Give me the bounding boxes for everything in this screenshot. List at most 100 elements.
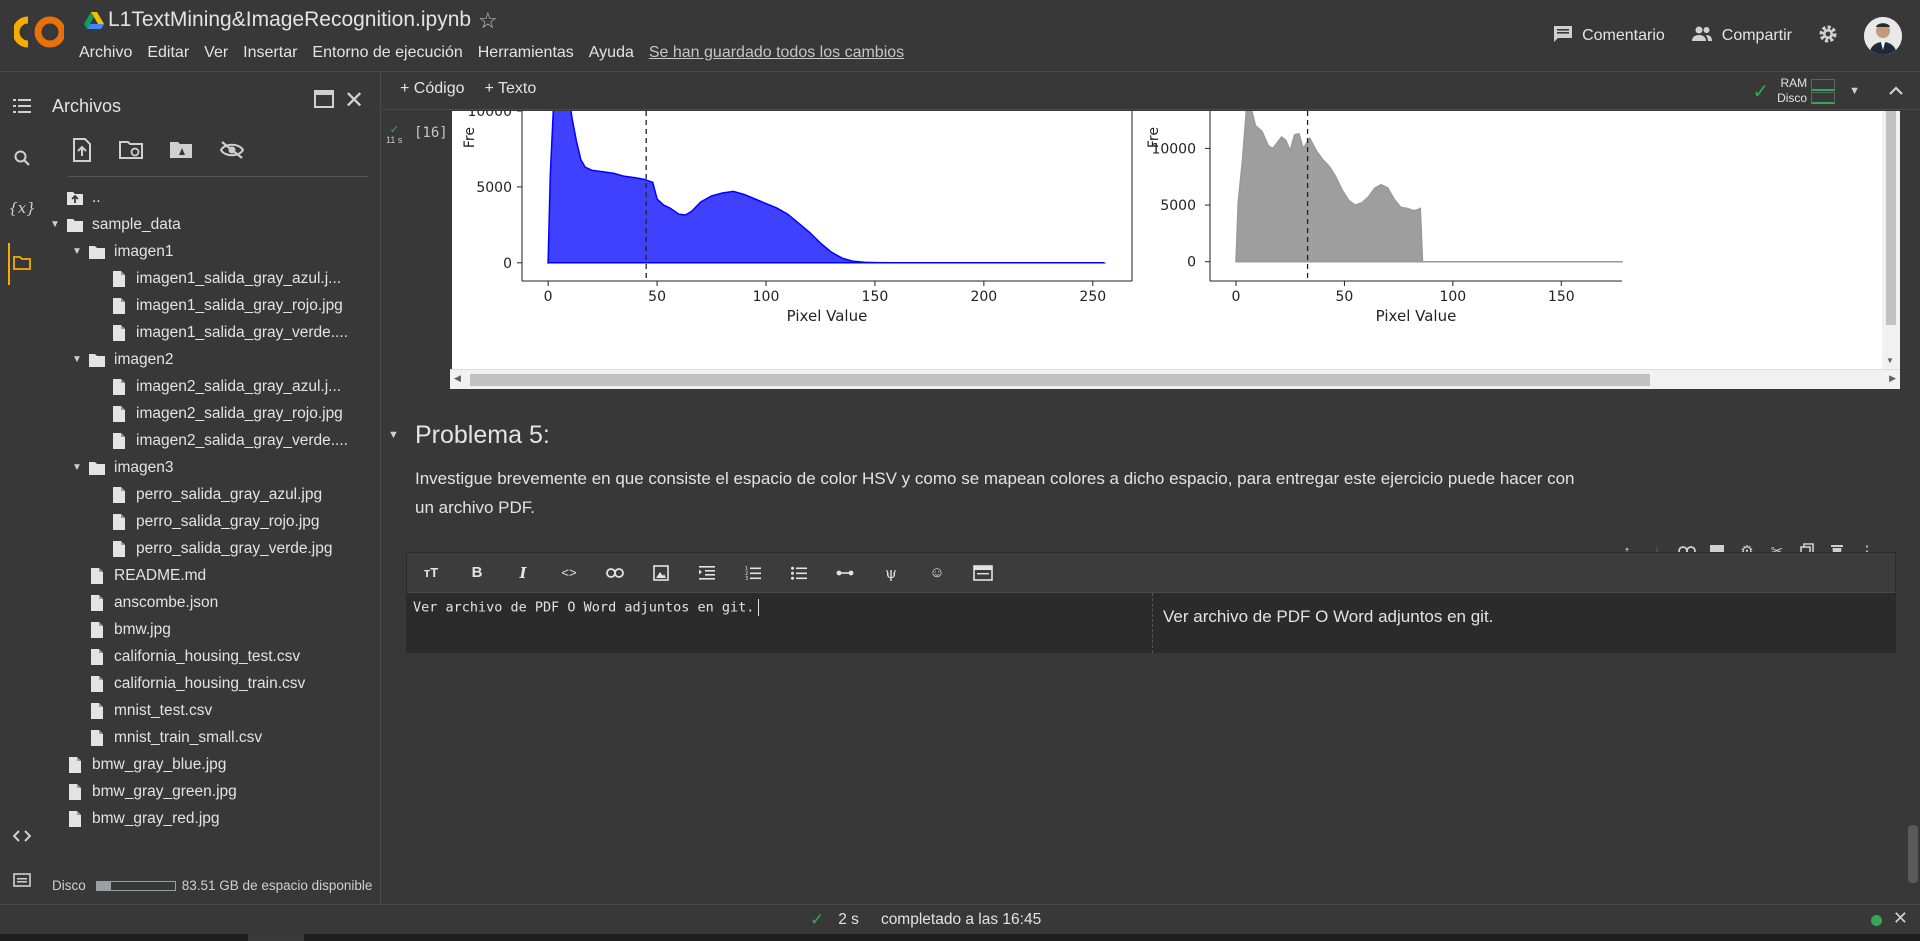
tree-file[interactable]: imagen2_salida_gray_azul.j... <box>110 373 341 400</box>
close-status-icon[interactable]: ✕ <box>1893 908 1908 929</box>
ram-meter <box>1811 78 1836 91</box>
tree-folder[interactable]: ▼ imagen1 <box>66 238 173 265</box>
insert-link-icon[interactable] <box>603 561 627 585</box>
chevron-down-icon[interactable]: ▼ <box>66 462 88 473</box>
file-icon <box>69 783 81 800</box>
menu-ayuda[interactable]: Ayuda <box>589 44 634 62</box>
tree-folder[interactable]: ▼ imagen3 <box>66 454 173 481</box>
tree-file[interactable]: bmw_gray_blue.jpg <box>66 751 226 778</box>
italic-icon[interactable]: I <box>511 561 535 585</box>
variables-icon[interactable]: {x} <box>8 196 36 220</box>
tree-file[interactable]: imagen2_salida_gray_verde.... <box>110 427 348 454</box>
star-icon[interactable]: ☆ <box>478 8 498 34</box>
code-icon[interactable]: <> <box>557 561 581 585</box>
refresh-folder-icon[interactable] <box>118 136 146 164</box>
menu-insertar[interactable]: Insertar <box>243 44 297 62</box>
hide-files-icon[interactable] <box>218 136 246 164</box>
tree-file[interactable]: bmw_gray_green.jpg <box>66 778 237 805</box>
chevron-down-icon[interactable]: ▼ <box>1849 85 1860 97</box>
tree-folder[interactable]: ▼ sample_data <box>44 211 181 238</box>
files-toolbar <box>68 136 246 164</box>
text-size-icon[interactable]: тT <box>419 561 443 585</box>
comment-button[interactable]: Comentario <box>1553 25 1665 48</box>
scroll-down-arrow[interactable]: ▼ <box>1886 356 1894 365</box>
bold-icon[interactable]: B <box>465 561 489 585</box>
emoji-icon[interactable]: ☺ <box>925 561 949 585</box>
insert-image-icon[interactable] <box>649 561 673 585</box>
tree-file[interactable]: imagen1_salida_gray_rojo.jpg <box>110 292 343 319</box>
mount-drive-icon[interactable] <box>168 136 196 164</box>
notebook-scrollbar[interactable] <box>1908 825 1918 883</box>
execution-status[interactable]: ✓ 2 s completado a las 16:45 <box>810 910 1041 930</box>
add-text-button[interactable]: + Texto <box>485 80 537 98</box>
code-snippets-icon[interactable] <box>10 824 34 848</box>
menu-editar[interactable]: Editar <box>147 44 189 62</box>
scroll-left-arrow[interactable]: ◀ <box>454 373 461 384</box>
collapse-icon[interactable] <box>1888 80 1904 101</box>
execution-count: [16] <box>414 125 448 141</box>
tree-file[interactable]: imagen2_salida_gray_rojo.jpg <box>110 400 343 427</box>
menu-ver[interactable]: Ver <box>204 44 228 62</box>
horizontal-rule-icon[interactable] <box>833 561 857 585</box>
tree-file[interactable]: perro_salida_gray_verde.jpg <box>110 535 332 562</box>
close-icon[interactable]: ✕ <box>344 86 364 115</box>
colab-logo[interactable] <box>12 12 66 52</box>
scroll-thumb[interactable] <box>470 374 1650 386</box>
tree-item-label: perro_salida_gray_rojo.jpg <box>136 512 320 530</box>
tree-item-label: imagen1_salida_gray_azul.j... <box>136 269 342 287</box>
tree-file[interactable]: mnist_test.csv <box>88 697 212 724</box>
chevron-down-icon[interactable]: ▼ <box>66 354 88 365</box>
toggle-preview-icon[interactable] <box>971 561 995 585</box>
disk-label: Disco <box>52 878 86 893</box>
output-horizontal-scrollbar[interactable]: ◀ ▶ <box>450 369 1900 389</box>
numbered-list-icon[interactable]: 123 <box>741 561 765 585</box>
user-avatar[interactable] <box>1864 17 1902 55</box>
search-icon[interactable] <box>10 146 34 170</box>
folder-icon <box>89 353 105 367</box>
saved-status-link[interactable]: Se han guardado todos los cambios <box>649 44 904 62</box>
menu-archivo[interactable]: Archivo <box>79 44 132 62</box>
latex-icon[interactable]: ψ <box>879 561 903 585</box>
text-cell-editor[interactable]: тT B I <> 123 ψ ☺ Ver archivo de PDF O W… <box>406 552 1896 653</box>
tree-file[interactable]: bmw.jpg <box>88 616 171 643</box>
notebook-title[interactable]: L1TextMining&ImageRecognition.ipynb <box>108 8 471 32</box>
file-icon <box>91 648 103 665</box>
upload-file-icon[interactable] <box>68 136 96 164</box>
tree-file[interactable]: perro_salida_gray_azul.jpg <box>110 481 322 508</box>
folder-up-icon <box>67 191 83 205</box>
code-cell-output: ✓ 11 s [16] 0 50 100 150 200 250 0 5000 10000 Pix… <box>382 111 1902 391</box>
tree-file[interactable]: anscombe.json <box>88 589 218 616</box>
disk-free-text: 83.51 GB de espacio disponible <box>181 878 373 893</box>
share-button[interactable]: Compartir <box>1691 26 1792 47</box>
menu-entorno-ejecucion[interactable]: Entorno de ejecución <box>312 44 462 62</box>
tree-file[interactable]: imagen1_salida_gray_azul.j... <box>110 265 341 292</box>
tree-parent-dir[interactable]: .. <box>66 184 101 211</box>
open-in-tab-icon[interactable] <box>314 90 334 113</box>
scroll-thumb[interactable] <box>1886 111 1896 325</box>
tree-file[interactable]: mnist_train_small.csv <box>88 724 262 751</box>
output-vertical-scrollbar[interactable]: ▼ <box>1882 111 1900 369</box>
folder-icon[interactable] <box>10 251 34 275</box>
x-tick-label: 100 <box>1439 289 1466 305</box>
bulleted-list-icon[interactable] <box>787 561 811 585</box>
terminal-icon[interactable] <box>10 868 34 892</box>
indent-icon[interactable] <box>695 561 719 585</box>
menu-herramientas[interactable]: Herramientas <box>478 44 574 62</box>
tree-file[interactable]: README.md <box>88 562 206 589</box>
add-code-button[interactable]: + Código <box>400 80 465 98</box>
markdown-source-editor[interactable]: Ver archivo de PDF O Word adjuntos en gi… <box>407 593 1151 653</box>
tree-file[interactable]: bmw_gray_red.jpg <box>66 805 220 832</box>
toc-icon[interactable] <box>10 94 34 118</box>
settings-button[interactable] <box>1818 24 1838 49</box>
section-collapse-icon[interactable]: ▼ <box>388 429 399 441</box>
tree-file[interactable]: imagen1_salida_gray_verde.... <box>110 319 348 346</box>
tree-folder[interactable]: ▼ imagen2 <box>66 346 173 373</box>
resources-indicator[interactable]: ✓ RAM Disco ▼ <box>1752 76 1860 106</box>
tree-file[interactable]: california_housing_test.csv <box>88 643 300 670</box>
tree-file[interactable]: california_housing_train.csv <box>88 670 305 697</box>
tree-file[interactable]: perro_salida_gray_rojo.jpg <box>110 508 320 535</box>
chevron-down-icon[interactable]: ▼ <box>66 246 88 257</box>
scroll-right-arrow[interactable]: ▶ <box>1889 373 1896 384</box>
chevron-down-icon[interactable]: ▼ <box>44 219 66 230</box>
markdown-cell[interactable]: ▼ Problema 5: Investigue brevemente en q… <box>382 421 1902 541</box>
